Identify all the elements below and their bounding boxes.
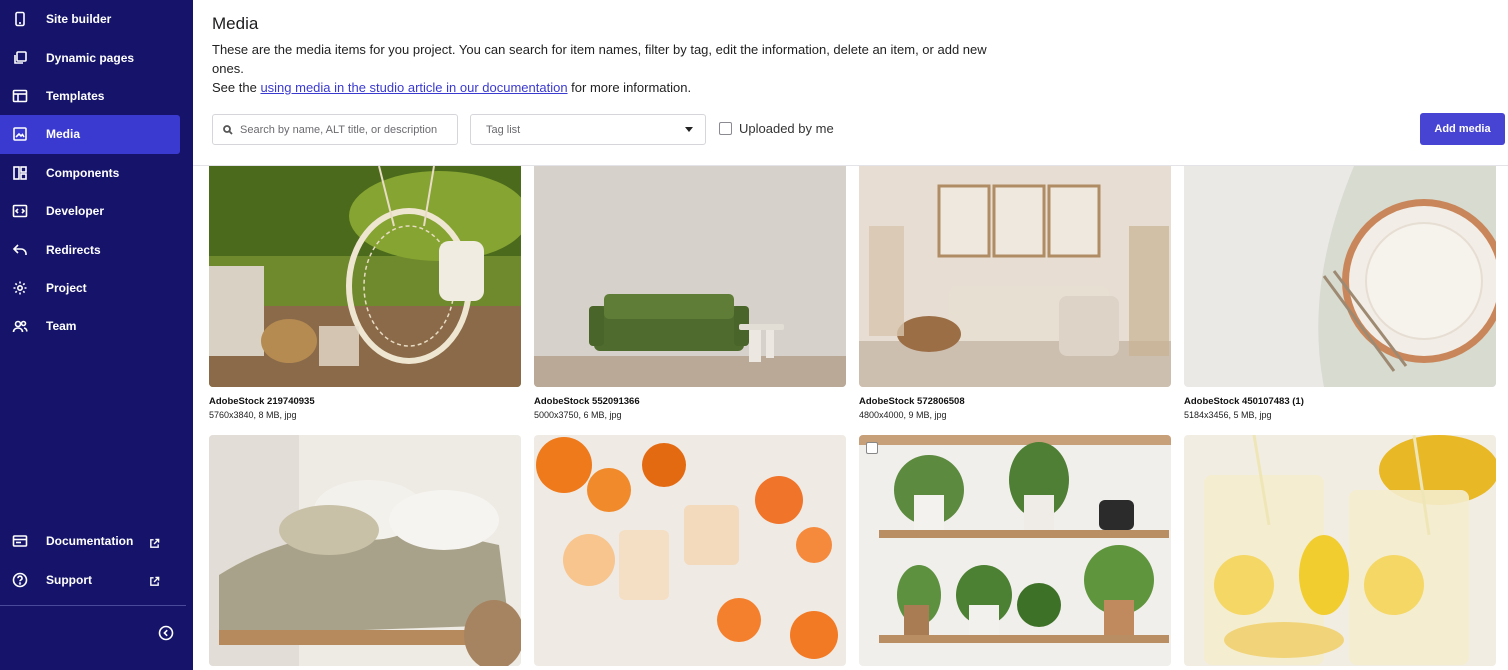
lemonade-image — [1184, 435, 1496, 666]
garden-swing-image — [209, 166, 521, 387]
media-card[interactable] — [534, 435, 846, 666]
caret-down-icon — [685, 127, 693, 132]
media-meta: 5760x3840, 8 MB, jpg — [209, 410, 297, 420]
media-name: AdobeStock 552091366 — [534, 396, 640, 407]
pages-icon — [12, 50, 28, 66]
page-title: Media — [212, 14, 259, 33]
sidebar-divider — [0, 605, 186, 606]
sidebar-item-label: Team — [46, 319, 77, 334]
media-name: AdobeStock 219740935 — [209, 396, 315, 407]
sidebar-item-label: Project — [46, 280, 87, 295]
sidebar-item-label: Site builder — [46, 12, 112, 27]
media-thumbnail[interactable] — [859, 166, 1171, 387]
description-text: These are the media items for you projec… — [212, 42, 987, 76]
main-content: Media These are the media items for you … — [193, 0, 1508, 670]
media-card[interactable]: AdobeStock 572806508 4800x4000, 9 MB, jp… — [859, 166, 1171, 420]
sidebar-item-label: Components — [46, 165, 120, 180]
team-icon — [12, 318, 28, 334]
plant-shelves-image — [859, 435, 1171, 666]
uploaded-by-me-checkbox[interactable] — [719, 122, 732, 135]
tag-list-placeholder: Tag list — [486, 123, 521, 136]
external-link-icon — [149, 574, 160, 586]
search-box[interactable] — [212, 114, 458, 145]
sidebar-item-team[interactable]: Team — [0, 307, 180, 345]
search-icon — [223, 124, 233, 135]
redirect-icon — [12, 242, 28, 258]
media-thumbnail[interactable] — [209, 166, 521, 387]
media-thumbnail[interactable] — [534, 435, 846, 666]
living-room-image — [859, 166, 1171, 387]
sidebar-item-label: Redirects — [46, 242, 101, 257]
phone-icon — [12, 11, 28, 27]
media-card[interactable]: AdobeStock 552091366 5000x3750, 6 MB, jp… — [534, 166, 846, 420]
sidebar-item-dynamic-pages[interactable]: Dynamic pages — [0, 38, 180, 76]
more-info-text: for more information. — [567, 80, 692, 95]
documentation-icon — [12, 533, 28, 549]
add-media-button[interactable]: Add media — [1420, 113, 1505, 145]
sidebar-item-label: Developer — [46, 204, 105, 219]
gear-icon — [12, 280, 28, 296]
sidebar-item-label: Dynamic pages — [46, 50, 135, 65]
toolbar: Tag list Uploaded by me Add media — [212, 113, 1505, 146]
uploaded-by-me-label: Uploaded by me — [739, 121, 834, 136]
uploaded-by-me-filter[interactable]: Uploaded by me — [719, 121, 834, 136]
sidebar-item-components[interactable]: Components — [0, 154, 180, 192]
sidebar-item-documentation[interactable]: Documentation — [0, 522, 180, 560]
components-icon — [12, 165, 28, 181]
media-meta: 5000x3750, 6 MB, jpg — [534, 410, 622, 420]
see-text: See the — [212, 80, 261, 95]
external-link-icon — [149, 536, 160, 548]
tag-list-select[interactable]: Tag list — [470, 114, 706, 145]
sidebar-item-redirects[interactable]: Redirects — [0, 230, 180, 268]
sidebar-item-site-builder[interactable]: Site builder — [0, 0, 180, 38]
media-card[interactable] — [1184, 435, 1496, 666]
oranges-image — [534, 435, 846, 666]
media-card[interactable] — [859, 435, 1171, 666]
documentation-link[interactable]: using media in the studio article in our… — [260, 80, 567, 95]
green-sofa-image — [534, 166, 846, 387]
sidebar-item-label: Templates — [46, 88, 105, 103]
plate-image — [1184, 166, 1496, 387]
bottom-nav: Documentation Support — [0, 522, 193, 599]
sidebar: Site builder Dynamic pages Templates Med… — [0, 0, 193, 670]
main-nav: Site builder Dynamic pages Templates Med… — [0, 0, 193, 346]
media-thumbnail[interactable] — [859, 435, 1171, 666]
bed-image — [209, 435, 521, 666]
media-name: AdobeStock 450107483 (1) — [1184, 396, 1304, 407]
page-header: Media These are the media items for you … — [193, 0, 1508, 166]
media-thumbnail[interactable] — [1184, 435, 1496, 666]
collapse-sidebar-icon[interactable] — [158, 625, 174, 641]
media-meta: 4800x4000, 9 MB, jpg — [859, 410, 947, 420]
media-thumbnail[interactable] — [209, 435, 521, 666]
sidebar-item-developer[interactable]: Developer — [0, 192, 180, 230]
media-card[interactable]: AdobeStock 450107483 (1) 5184x3456, 5 MB… — [1184, 166, 1496, 420]
select-checkbox[interactable] — [866, 442, 878, 454]
sidebar-item-support[interactable]: Support — [0, 560, 180, 598]
media-thumbnail[interactable] — [1184, 166, 1496, 387]
sidebar-item-media[interactable]: Media — [0, 115, 180, 154]
media-meta: 5184x3456, 5 MB, jpg — [1184, 410, 1272, 420]
code-icon — [12, 203, 28, 219]
media-thumbnail[interactable] — [534, 166, 846, 387]
sidebar-item-label: Support — [46, 572, 92, 587]
template-icon — [12, 88, 28, 104]
sidebar-item-project[interactable]: Project — [0, 269, 180, 307]
search-input[interactable] — [240, 123, 450, 136]
help-icon — [12, 572, 28, 588]
page-description: These are the media items for you projec… — [212, 40, 1002, 97]
media-name: AdobeStock 572806508 — [859, 396, 965, 407]
media-card[interactable]: AdobeStock 219740935 5760x3840, 8 MB, jp… — [209, 166, 521, 420]
sidebar-item-label: Documentation — [46, 534, 134, 549]
sidebar-item-templates[interactable]: Templates — [0, 77, 180, 115]
image-icon — [12, 126, 28, 142]
media-card[interactable] — [209, 435, 521, 666]
sidebar-item-label: Media — [46, 127, 81, 142]
